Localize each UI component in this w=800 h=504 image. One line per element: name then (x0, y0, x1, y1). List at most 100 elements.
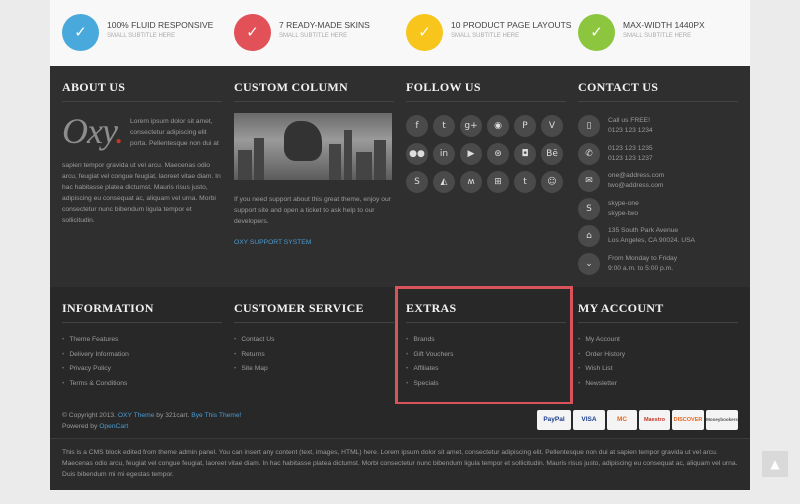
information-title: INFORMATION (62, 301, 154, 315)
link-newsletter[interactable]: Newsletter (578, 377, 625, 392)
link-theme-features[interactable]: Theme Features (62, 333, 129, 348)
custom-text: If you need support about this great the… (234, 196, 391, 225)
about-text-side: Lorem ipsum dolor sit amet, consectetur … (130, 118, 219, 147)
contact-detail: 0123 123 1235 0123 123 1237 (608, 144, 653, 162)
link-contact-us[interactable]: Contact Us (234, 333, 274, 348)
cms-text: This is a CMS block edited from theme ad… (62, 449, 738, 478)
link-terms-conditions[interactable]: Terms & Conditions (62, 377, 129, 392)
envelope-icon: ✉ (578, 170, 600, 192)
scroll-to-top-button[interactable]: ▲ (762, 451, 788, 477)
customer-service-title: CUSTOMER SERVICE (234, 301, 364, 315)
about-title: ABOUT US (62, 80, 126, 94)
skype-icon[interactable]: S (406, 171, 428, 193)
mobile-phone-icon: ▯ (578, 115, 600, 137)
contact-detail: From Monday to Friday 9:00 a.m. to 5:00 p… (608, 254, 678, 272)
paypal-icon: PayPal (537, 410, 571, 430)
feature-item: ✓ MAX-WIDTH 1440PX SMALL SUBTITLE HERE (566, 12, 738, 52)
feature-item: ✓ 100% FLUID RESPONSIVE SMALL SUBTITLE H… (50, 12, 222, 52)
divider (234, 101, 394, 102)
feature-subtitle: SMALL SUBTITLE HERE (107, 33, 176, 39)
information-list: Theme Features Delivery Information Priv… (62, 333, 129, 392)
follow-title: FOLLOW US (406, 80, 481, 94)
page-container: ✓ 100% FLUID RESPONSIVE SMALL SUBTITLE H… (50, 0, 750, 490)
home-icon: ⌂ (578, 225, 600, 247)
about-text: sapien tempor gravida ut vel arcu. Maece… (62, 162, 221, 224)
clock-icon: ⌄ (578, 252, 600, 275)
opencart-link[interactable]: OpenCart (99, 423, 128, 430)
tumblr-icon[interactable]: t (514, 171, 536, 193)
mastercard-icon: MC (607, 410, 637, 430)
checkmark-icon: ✓ (578, 14, 615, 51)
cms-block: This is a CMS block edited from theme ad… (50, 438, 750, 490)
link-site-map[interactable]: Site Map (234, 362, 274, 377)
skype-icon: S (578, 197, 600, 220)
contact-detail: one@address.com two@address.com (608, 172, 665, 189)
link-my-account[interactable]: My Account (578, 333, 625, 348)
discover-icon: DISCOVER (672, 410, 704, 430)
oxy-logo: Oxy. (62, 111, 124, 151)
link-returns[interactable]: Returns (234, 348, 274, 363)
feature-subtitle: SMALL SUBTITLE HERE (279, 33, 348, 39)
windows-icon[interactable]: ⊞ (487, 171, 509, 193)
reddit-icon[interactable]: ☺ (541, 171, 563, 193)
vimeo-icon[interactable]: V (541, 115, 563, 137)
google-plus-icon[interactable]: g+ (460, 115, 482, 137)
powered-line: Powered by OpenCart (62, 423, 129, 430)
link-delivery-information[interactable]: Delivery Information (62, 348, 128, 363)
feature-item: ✓ 10 PRODUCT PAGE LAYOUTS SMALL SUBTITLE… (394, 12, 571, 52)
youtube-icon[interactable]: ▶ (460, 143, 482, 165)
myspace-icon[interactable]: ʍ (460, 171, 482, 193)
instagram-icon[interactable]: ◘ (514, 143, 536, 165)
linkedin-icon[interactable]: in (433, 143, 455, 165)
checkmark-icon: ✓ (234, 14, 271, 51)
behance-icon[interactable]: Bē (541, 143, 563, 165)
buy-theme-link[interactable]: Bye This Theme! (191, 412, 241, 419)
link-wish-list[interactable]: Wish List (578, 362, 625, 377)
support-link[interactable]: OXY SUPPORT SYSTEM (234, 239, 311, 246)
copyright-bar: © Copyright 2013. OXY Theme by 321cart. … (50, 404, 750, 438)
customer-service-list: Contact Us Returns Site Map (234, 333, 274, 377)
maestro-icon: Maestro (639, 410, 670, 430)
divider (62, 322, 222, 323)
contact-detail: 135 South Park Avenue Los Angeles, CA 900… (608, 227, 695, 244)
oxy-theme-link[interactable]: OXY Theme (118, 412, 155, 419)
footer-links: INFORMATION Theme Features Delivery Info… (50, 286, 750, 405)
contact-detail: skype-one skype-two (608, 199, 639, 217)
phone-icon: ✆ (578, 142, 600, 165)
twitter-icon[interactable]: t (433, 115, 455, 137)
link-order-history[interactable]: Order History (578, 348, 625, 363)
divider (234, 322, 394, 323)
my-account-title: MY ACCOUNT (578, 301, 664, 315)
contact-detail: Call us FREE! 0123 123 1234 (608, 117, 653, 134)
feature-item: ✓ 7 READY-MADE SKINS SMALL SUBTITLE HERE (222, 12, 394, 52)
visa-icon: VISA (573, 410, 605, 430)
extras-highlight-box (395, 286, 573, 405)
divider (578, 101, 738, 102)
flickr-icon[interactable]: ●● (406, 143, 428, 165)
city-photo (234, 113, 392, 180)
moneybookers-icon: Moneybookers (706, 410, 738, 430)
copyright-line: © Copyright 2013. OXY Theme by 321cart. … (62, 412, 242, 419)
feature-title: 7 READY-MADE SKINS (279, 20, 370, 30)
pinterest-icon[interactable]: P (514, 115, 536, 137)
facebook-icon[interactable]: f (406, 115, 428, 137)
feature-title: 100% FLUID RESPONSIVE (107, 20, 214, 30)
checkmark-icon: ✓ (62, 14, 99, 51)
features-bar: ✓ 100% FLUID RESPONSIVE SMALL SUBTITLE H… (50, 0, 750, 66)
my-account-list: My Account Order History Wish List Newsl… (578, 333, 625, 391)
feature-title: 10 PRODUCT PAGE LAYOUTS (451, 20, 572, 30)
checkmark-icon: ✓ (406, 14, 443, 51)
feature-title: MAX-WIDTH 1440PX (623, 20, 705, 30)
feature-subtitle: SMALL SUBTITLE HERE (623, 33, 692, 39)
custom-column-title: CUSTOM COLUMN (234, 80, 349, 94)
divider (62, 101, 222, 102)
dribbble-icon[interactable]: ⊛ (487, 143, 509, 165)
feature-subtitle: SMALL SUBTITLE HERE (451, 33, 520, 39)
foursquare-icon[interactable]: ◭ (433, 171, 455, 193)
divider (406, 101, 566, 102)
footer-main: ABOUT US Oxy. Lorem ipsum dolor sit amet… (50, 66, 750, 287)
contact-title: CONTACT US (578, 80, 659, 94)
divider (578, 322, 738, 323)
rss-icon[interactable]: ◉ (487, 115, 509, 137)
link-privacy-policy[interactable]: Privacy Policy (62, 362, 129, 377)
